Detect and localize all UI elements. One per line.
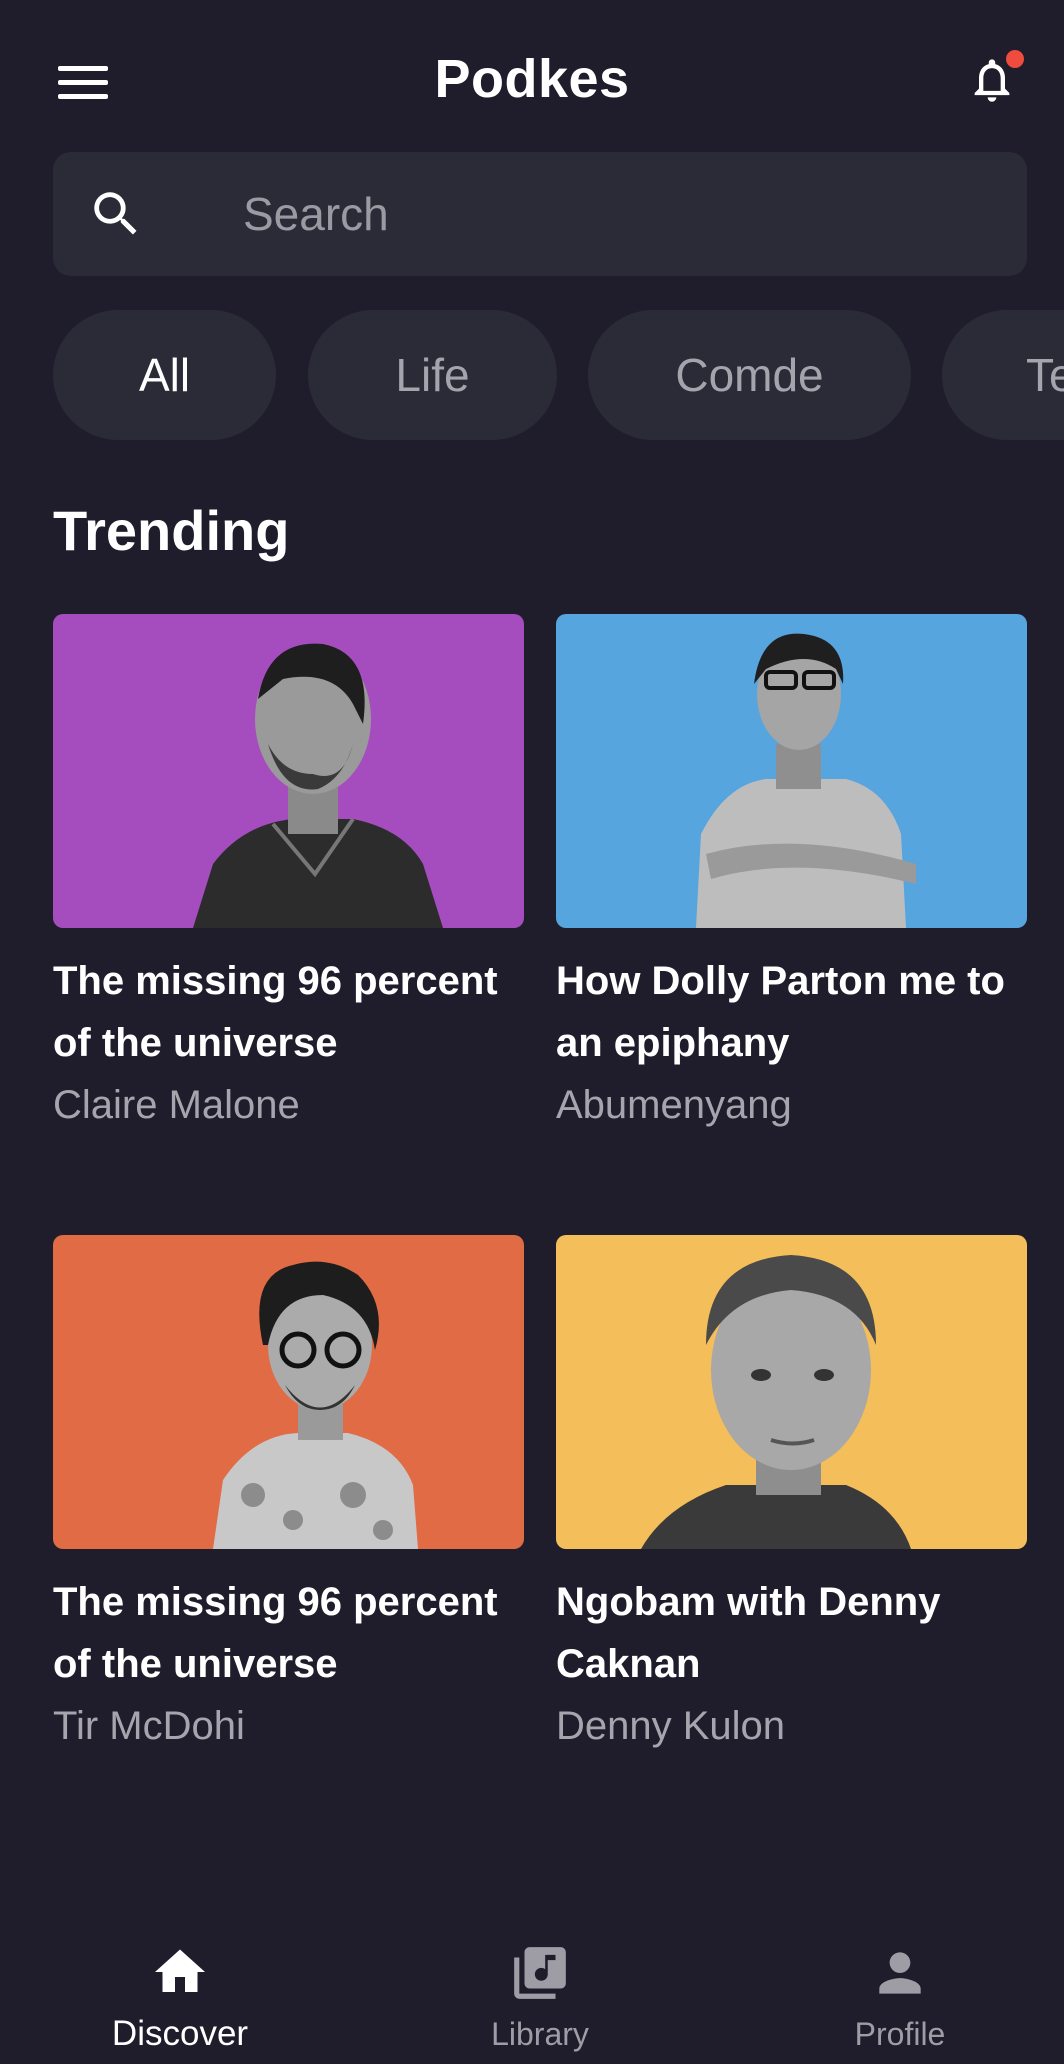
host-portrait bbox=[696, 633, 916, 928]
podcast-card[interactable]: Ngobam with Denny Caknan Denny Kulon bbox=[556, 1235, 1027, 1757]
podcast-card[interactable]: The missing 96 percent of the universe C… bbox=[53, 614, 524, 1136]
search-input[interactable] bbox=[189, 152, 989, 276]
tab-profile[interactable]: Profile bbox=[720, 1920, 1064, 2064]
podcast-title: How Dolly Parton me to an epiphany bbox=[556, 959, 1005, 1065]
podcast-card[interactable]: The missing 96 percent of the universe T… bbox=[53, 1235, 524, 1757]
podcast-cover-image bbox=[53, 1235, 524, 1549]
podcast-cover-image bbox=[53, 614, 524, 928]
chip-te[interactable]: Te bbox=[942, 310, 1064, 440]
podcast-cover-image bbox=[556, 1235, 1027, 1549]
podcast-author: Claire Malone bbox=[53, 1083, 300, 1127]
category-chips: All Life Comde Te bbox=[53, 310, 1064, 440]
app-title: Podkes bbox=[434, 49, 630, 109]
host-portrait bbox=[641, 1255, 911, 1549]
host-portrait bbox=[213, 1261, 418, 1549]
tab-label: Discover bbox=[111, 2014, 249, 2053]
chip-all[interactable]: All bbox=[53, 310, 276, 440]
library-music-icon bbox=[514, 1947, 566, 1999]
podcast-card[interactable]: How Dolly Parton me to an epiphany Abume… bbox=[556, 614, 1027, 1136]
podcast-title: The missing 96 percent of the universe bbox=[53, 1580, 498, 1686]
search-bar[interactable] bbox=[53, 152, 1027, 276]
tab-label: Library bbox=[491, 2016, 589, 2052]
home-icon bbox=[155, 1949, 205, 1992]
notification-button[interactable] bbox=[966, 50, 1026, 114]
person-icon bbox=[879, 1952, 921, 1994]
podcast-title: The missing 96 percent of the universe bbox=[53, 959, 498, 1065]
podcast-author: Abumenyang bbox=[556, 1083, 792, 1127]
tab-discover[interactable]: Discover bbox=[0, 1920, 360, 2064]
section-title-trending: Trending bbox=[53, 499, 290, 562]
podcast-title: Ngobam with Denny Caknan bbox=[556, 1580, 941, 1686]
search-icon bbox=[94, 192, 137, 235]
app-header: Podkes bbox=[0, 0, 1064, 150]
podcast-author: Tir McDohi bbox=[53, 1704, 245, 1748]
notification-badge bbox=[1006, 50, 1024, 68]
tab-label: Profile bbox=[854, 2016, 946, 2052]
chip-comde[interactable]: Comde bbox=[588, 310, 911, 440]
podcast-cover-image bbox=[556, 614, 1027, 928]
tab-library[interactable]: Library bbox=[360, 1920, 720, 2064]
host-portrait bbox=[193, 643, 443, 928]
bottom-navigation: Discover Library Profile bbox=[0, 1920, 1064, 2064]
chip-life[interactable]: Life bbox=[308, 310, 557, 440]
podcast-author: Denny Kulon bbox=[556, 1704, 786, 1748]
